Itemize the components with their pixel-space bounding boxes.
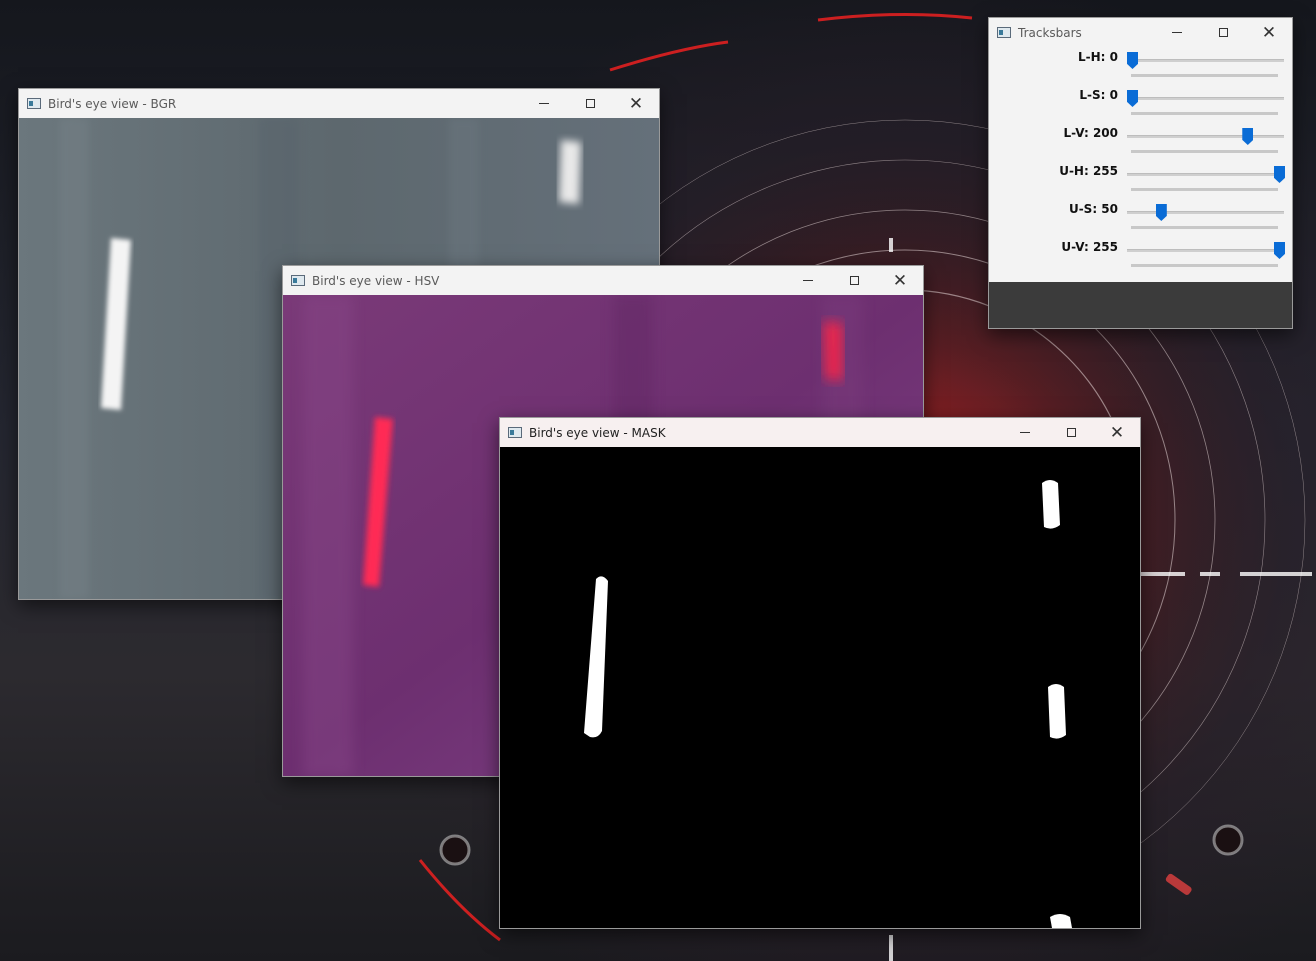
maximize-button[interactable] [567,89,613,118]
close-icon: ✕ [1261,22,1277,43]
lane-marking [559,140,581,204]
close-icon: ✕ [892,270,908,291]
minimize-icon [1020,432,1030,433]
trackbar-label: L-H: 0 [1078,50,1118,64]
slider-baseline [1131,150,1278,153]
app-icon [997,27,1011,38]
slider-thumb[interactable] [1274,242,1285,259]
trackbars-titlebar[interactable]: Tracksbars ✕ [989,18,1292,47]
trackbar-label: L-V: 200 [1063,126,1118,140]
minimize-button[interactable] [1002,418,1048,447]
window-title: Bird's eye view - HSV [312,273,440,288]
window-title: Bird's eye view - MASK [529,425,666,440]
close-button[interactable]: ✕ [1094,418,1140,447]
hsv-titlebar[interactable]: Bird's eye view - HSV ✕ [283,266,923,295]
trackbar-l-s: L-S: 0 [989,85,1292,123]
slider-baseline [1131,226,1278,229]
trackbars-footer [989,282,1292,328]
lane-marking [1048,684,1066,739]
close-button[interactable]: ✕ [1246,18,1292,47]
minimize-icon [803,280,813,281]
slider-baseline [1131,264,1278,267]
maximize-icon [1218,28,1228,37]
slider-track[interactable] [1127,173,1284,176]
close-button[interactable]: ✕ [613,89,659,118]
slider-baseline [1131,112,1278,115]
close-button[interactable]: ✕ [877,266,923,295]
app-icon [508,427,522,438]
minimize-icon [1172,32,1182,33]
trackbars-window: Tracksbars ✕ L-H: 0 L-S: 0 L-V: 200 U-H:… [988,17,1293,329]
window-title: Tracksbars [1018,25,1082,40]
bgr-titlebar[interactable]: Bird's eye view - BGR ✕ [19,89,659,118]
maximize-icon [849,276,859,285]
trackbar-u-v: U-V: 255 [989,237,1292,275]
trackbar-label: L-S: 0 [1079,88,1118,102]
slider-track[interactable] [1127,97,1284,100]
maximize-button[interactable] [831,266,877,295]
lane-marking [823,321,843,381]
trackbar-l-v: L-V: 200 [989,123,1292,161]
minimize-icon [539,103,549,104]
minimize-button[interactable] [1154,18,1200,47]
maximize-button[interactable] [1200,18,1246,47]
lane-marking [1042,480,1060,529]
close-icon: ✕ [628,93,644,114]
slider-thumb[interactable] [1127,52,1138,69]
slider-track[interactable] [1127,135,1284,138]
trackbar-label: U-V: 255 [1061,240,1118,254]
maximize-icon [585,99,595,108]
trackbars-panel: L-H: 0 L-S: 0 L-V: 200 U-H: 255 U-S: 50 [989,47,1292,328]
slider-track[interactable] [1127,211,1284,214]
trackbar-label: U-H: 255 [1059,164,1118,178]
trackbar-u-h: U-H: 255 [989,161,1292,199]
minimize-button[interactable] [521,89,567,118]
app-icon [27,98,41,109]
slider-thumb[interactable] [1155,204,1167,221]
slider-thumb[interactable] [1127,90,1138,107]
mask-titlebar[interactable]: Bird's eye view - MASK ✕ [500,418,1140,447]
mask-window: Bird's eye view - MASK ✕ [499,417,1141,929]
slider-baseline [1131,188,1278,191]
trackbar-u-s: U-S: 50 [989,199,1292,237]
minimize-button[interactable] [785,266,831,295]
slider-thumb[interactable] [1242,128,1254,145]
slider-track[interactable] [1127,59,1284,62]
slider-thumb[interactable] [1274,166,1285,183]
maximize-icon [1066,428,1076,437]
slider-track[interactable] [1127,249,1284,252]
trackbar-l-h: L-H: 0 [989,47,1292,85]
slider-baseline [1131,74,1278,77]
window-title: Bird's eye view - BGR [48,96,177,111]
close-icon: ✕ [1109,422,1125,443]
mask-image [500,447,1140,928]
app-icon [291,275,305,286]
trackbar-label: U-S: 50 [1068,202,1118,216]
maximize-button[interactable] [1048,418,1094,447]
